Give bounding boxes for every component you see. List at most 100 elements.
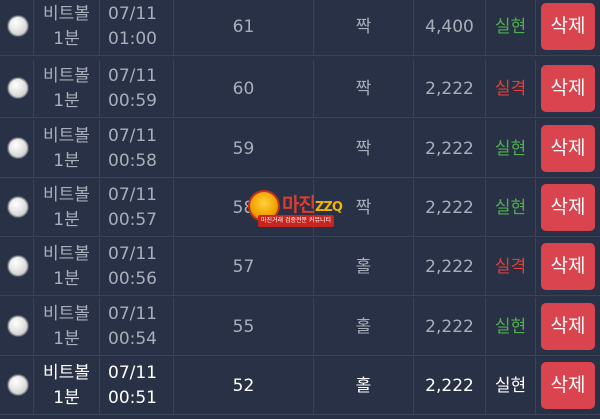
game-cell: 비트볼 1분 xyxy=(34,238,100,295)
row-select-checkbox[interactable] xyxy=(8,375,28,395)
round-number: 60 xyxy=(232,79,255,99)
amount-cell: 2,222 xyxy=(414,120,486,177)
bet-date: 07/11 xyxy=(108,363,157,383)
bet-amount: 2,222 xyxy=(425,376,474,396)
pick-cell: 홀 xyxy=(314,298,414,355)
round-number: 61 xyxy=(232,17,255,37)
result-cell: 실현 xyxy=(486,298,536,355)
bet-time: 01:00 xyxy=(108,29,157,49)
bet-date: 07/11 xyxy=(108,185,157,205)
result-status: 실현 xyxy=(494,376,527,396)
delete-button[interactable]: 삭제 xyxy=(541,65,595,112)
bet-time: 00:57 xyxy=(108,210,157,230)
pick-cell: 짝 xyxy=(314,179,414,236)
row-select-checkbox[interactable] xyxy=(8,256,28,276)
pick-value: 홀 xyxy=(355,376,372,396)
delete-button[interactable]: 삭제 xyxy=(541,3,595,50)
game-interval: 1분 xyxy=(53,151,80,171)
datetime-cell: 07/11 00:57 xyxy=(100,179,174,236)
result-status: 실현 xyxy=(494,139,527,159)
game-cell: 비트볼 1분 xyxy=(34,298,100,355)
game-interval: 1분 xyxy=(53,269,80,289)
row-select-cell xyxy=(0,0,34,55)
row-select-checkbox[interactable] xyxy=(8,316,28,336)
amount-cell: 2,222 xyxy=(414,60,486,117)
game-name: 비트볼 xyxy=(43,363,90,383)
row-select-checkbox[interactable] xyxy=(8,16,28,36)
bet-time: 00:51 xyxy=(108,388,157,408)
game-cell: 비트볼 1분 xyxy=(34,120,100,177)
pick-cell: 짝 xyxy=(314,60,414,117)
pick-value: 짝 xyxy=(355,198,372,218)
bet-amount: 2,222 xyxy=(425,139,474,159)
result-status: 실현 xyxy=(494,198,527,218)
round-number: 52 xyxy=(232,376,255,396)
bet-date: 07/11 xyxy=(108,244,157,264)
amount-cell: 2,222 xyxy=(414,238,486,295)
pick-cell: 짝 xyxy=(314,0,414,55)
table-row: 비트볼 1분 07/11 00:58 59 짝 2,222 실현 삭제 xyxy=(0,120,600,178)
round-number: 55 xyxy=(232,317,255,337)
row-select-checkbox[interactable] xyxy=(8,78,28,98)
bet-amount: 2,222 xyxy=(425,79,474,99)
bet-time: 00:58 xyxy=(108,151,157,171)
bet-date: 07/11 xyxy=(108,304,157,324)
result-cell: 실현 xyxy=(486,357,536,414)
delete-button[interactable]: 삭제 xyxy=(541,243,595,290)
row-select-cell xyxy=(0,179,34,236)
game-cell: 비트볼 1분 xyxy=(34,179,100,236)
pick-cell: 짝 xyxy=(314,120,414,177)
bet-time: 00:54 xyxy=(108,329,157,349)
delete-cell: 삭제 xyxy=(536,0,600,55)
delete-cell: 삭제 xyxy=(536,357,600,414)
round-cell: 59 xyxy=(174,120,314,177)
row-select-checkbox[interactable] xyxy=(8,197,28,217)
result-cell: 실격 xyxy=(486,238,536,295)
delete-button[interactable]: 삭제 xyxy=(541,125,595,172)
bet-amount: 4,400 xyxy=(425,17,474,37)
row-select-cell xyxy=(0,298,34,355)
result-status: 실현 xyxy=(494,317,527,337)
delete-button[interactable]: 삭제 xyxy=(541,362,595,409)
row-select-checkbox[interactable] xyxy=(8,138,28,158)
delete-button[interactable]: 삭제 xyxy=(541,184,595,231)
game-cell: 비트볼 1분 xyxy=(34,357,100,414)
bet-time: 00:59 xyxy=(108,91,157,111)
delete-button[interactable]: 삭제 xyxy=(541,303,595,350)
bet-amount: 2,222 xyxy=(425,317,474,337)
delete-cell: 삭제 xyxy=(536,120,600,177)
round-cell: 60 xyxy=(174,60,314,117)
round-number: 59 xyxy=(232,139,255,159)
delete-cell: 삭제 xyxy=(536,60,600,117)
bet-history-table: 비트볼 1분 07/11 01:00 61 짝 4,400 실현 삭제 비트볼 1분 07/11 00:… xyxy=(0,0,600,419)
round-cell: 61 xyxy=(174,0,314,55)
delete-cell: 삭제 xyxy=(536,179,600,236)
amount-cell: 2,222 xyxy=(414,179,486,236)
game-interval: 1분 xyxy=(53,91,80,111)
bet-date: 07/11 xyxy=(108,126,157,146)
row-select-cell xyxy=(0,120,34,177)
table-row: 비트볼 1분 07/11 00:56 57 홀 2,222 실격 삭제 xyxy=(0,238,600,296)
datetime-cell: 07/11 00:56 xyxy=(100,238,174,295)
round-cell: 58 xyxy=(174,179,314,236)
pick-value: 홀 xyxy=(355,257,372,277)
pick-value: 짝 xyxy=(355,139,372,159)
round-cell: 52 xyxy=(174,357,314,414)
bet-date: 07/11 xyxy=(108,66,157,86)
delete-cell: 삭제 xyxy=(536,238,600,295)
table-row: 비트볼 1분 07/11 00:54 55 홀 2,222 실현 삭제 xyxy=(0,298,600,356)
game-name: 비트볼 xyxy=(43,244,90,264)
result-status: 실격 xyxy=(494,79,527,99)
datetime-cell: 07/11 00:54 xyxy=(100,298,174,355)
table-row: 비트볼 1분 07/11 00:51 52 홀 2,222 실현 삭제 xyxy=(0,357,600,415)
pick-value: 짝 xyxy=(355,17,372,37)
game-cell: 비트볼 1분 xyxy=(34,0,100,55)
datetime-cell: 07/11 00:59 xyxy=(100,60,174,117)
game-interval: 1분 xyxy=(53,29,80,49)
pick-cell: 홀 xyxy=(314,238,414,295)
table-row: 비트볼 1분 07/11 01:00 61 짝 4,400 실현 삭제 xyxy=(0,0,600,56)
amount-cell: 2,222 xyxy=(414,357,486,414)
row-select-cell xyxy=(0,60,34,117)
pick-value: 홀 xyxy=(355,317,372,337)
table-row: 비트볼 1분 07/11 00:57 58 짝 2,222 실현 삭제 xyxy=(0,179,600,237)
